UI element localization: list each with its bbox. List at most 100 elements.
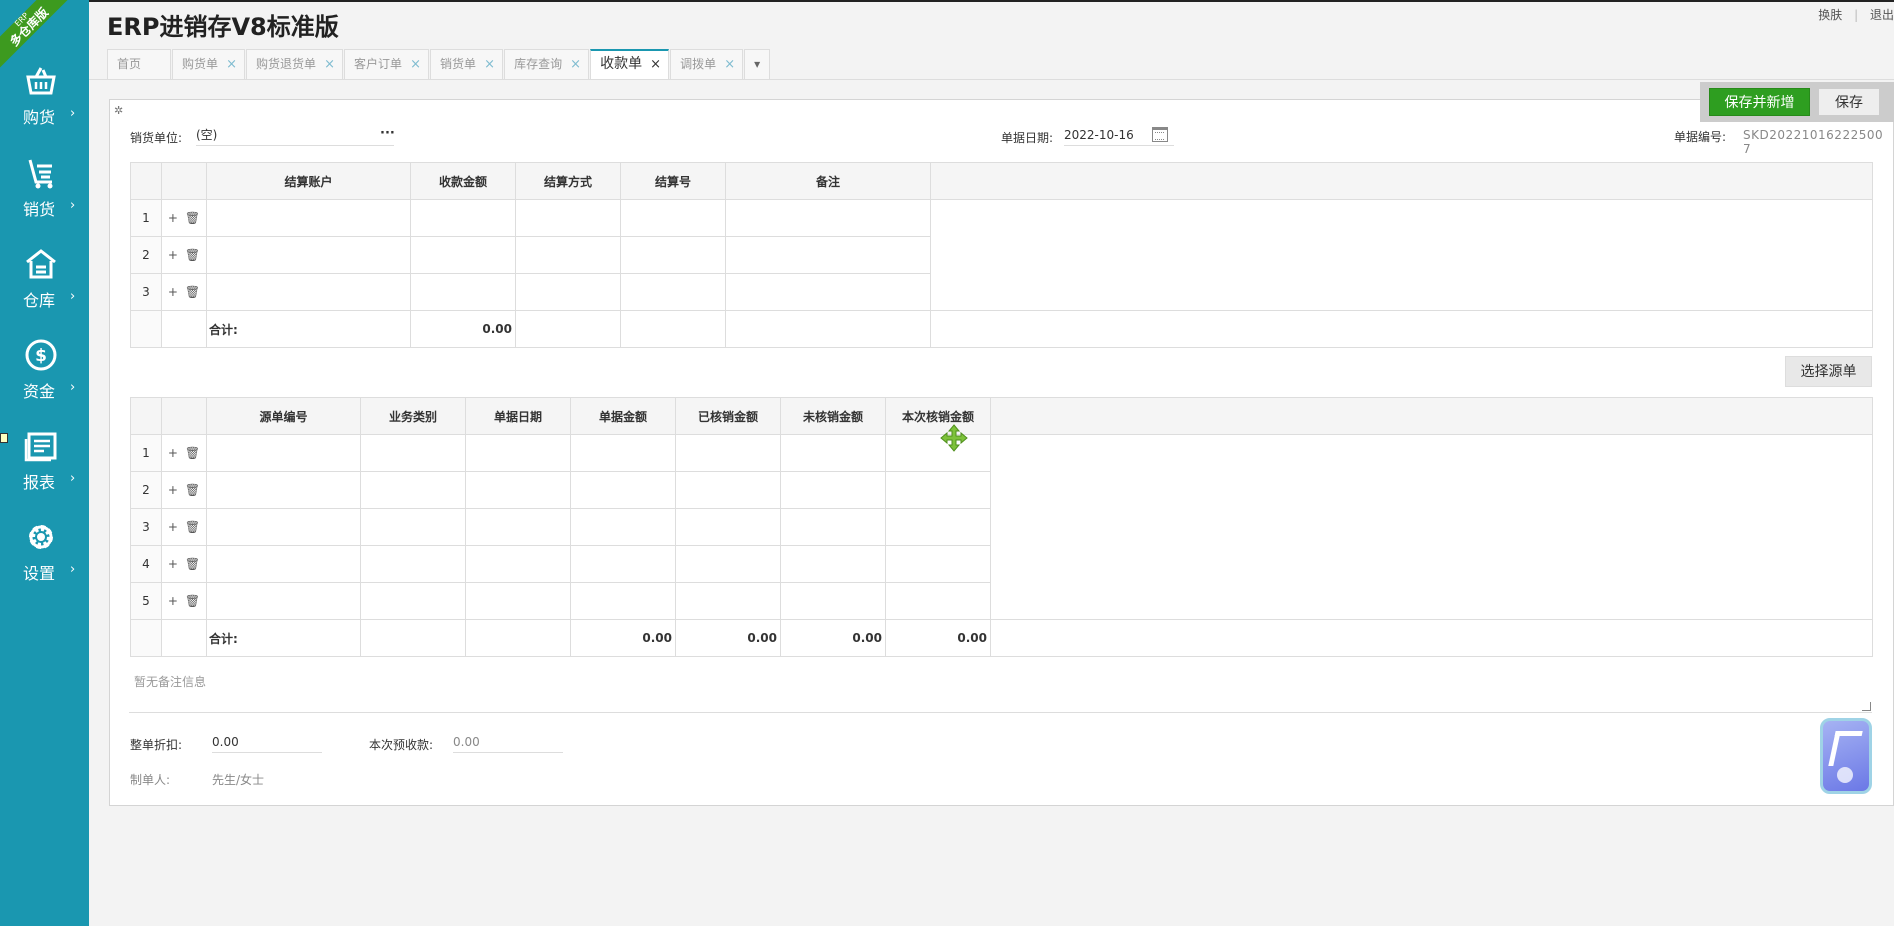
- cell-amount[interactable]: [410, 236, 516, 274]
- cell-doc-amount[interactable]: [570, 471, 676, 509]
- cell-method[interactable]: [515, 273, 621, 311]
- cell-current-verify[interactable]: [885, 508, 991, 546]
- trash-icon[interactable]: 🗑: [185, 520, 200, 534]
- sidebar-item-warehouse[interactable]: 仓库 ›: [0, 243, 89, 323]
- select-source-button[interactable]: 选择源单: [1785, 356, 1872, 387]
- cell-doc-amount[interactable]: [570, 508, 676, 546]
- close-icon[interactable]: ×: [570, 50, 581, 79]
- tab-more-dropdown[interactable]: ▾: [744, 49, 771, 79]
- cell-doc-amount[interactable]: [570, 545, 676, 583]
- cell-amount[interactable]: [410, 199, 516, 237]
- cell-business-type[interactable]: [360, 471, 466, 509]
- add-row-icon[interactable]: +: [168, 285, 178, 299]
- tab-customer-order[interactable]: 客户订单 ×: [344, 49, 430, 79]
- cell-business-type[interactable]: [360, 582, 466, 620]
- cell-verified[interactable]: [675, 582, 781, 620]
- close-icon[interactable]: ×: [226, 50, 237, 79]
- cell-current-verify[interactable]: [885, 582, 991, 620]
- cell-unverified[interactable]: [780, 545, 886, 583]
- trash-icon[interactable]: 🗑: [185, 594, 200, 608]
- sidebar-item-funds[interactable]: $ 资金 ›: [0, 334, 89, 414]
- cell-verified[interactable]: [675, 545, 781, 583]
- sidebar-item-purchase[interactable]: 购货 ›: [0, 60, 89, 140]
- cell-number[interactable]: [620, 236, 726, 274]
- cell-source-number[interactable]: [206, 582, 361, 620]
- logout-link[interactable]: 退出: [1870, 8, 1894, 22]
- cell-unverified[interactable]: [780, 434, 886, 472]
- close-icon[interactable]: ×: [324, 50, 335, 79]
- tab-sales-order[interactable]: 销货单 ×: [430, 49, 504, 79]
- tab-receipt[interactable]: 收款单 ×: [590, 49, 670, 79]
- cell-number[interactable]: [620, 199, 726, 237]
- cell-remark[interactable]: [725, 199, 931, 237]
- cell-current-verify[interactable]: [885, 545, 991, 583]
- cell-remark[interactable]: [725, 273, 931, 311]
- customer-picker-button[interactable]: ···: [380, 126, 395, 141]
- cell-business-type[interactable]: [360, 508, 466, 546]
- cell-business-type[interactable]: [360, 434, 466, 472]
- trash-icon[interactable]: 🗑: [185, 211, 200, 225]
- tab-home[interactable]: 首页: [107, 49, 171, 79]
- cell-source-number[interactable]: [206, 545, 361, 583]
- calendar-icon[interactable]: [1152, 127, 1168, 142]
- save-button[interactable]: 保存: [1818, 88, 1880, 116]
- cell-unverified[interactable]: [780, 471, 886, 509]
- cell-number[interactable]: [620, 273, 726, 311]
- close-icon[interactable]: ×: [484, 50, 495, 79]
- trash-icon[interactable]: 🗑: [185, 248, 200, 262]
- tab-purchase-order[interactable]: 购货单 ×: [172, 49, 246, 79]
- add-row-icon[interactable]: +: [168, 211, 178, 225]
- close-icon[interactable]: ×: [724, 50, 735, 79]
- cell-amount[interactable]: [410, 273, 516, 311]
- cell-doc-date[interactable]: [465, 545, 571, 583]
- tab-purchase-return[interactable]: 购货退货单 ×: [246, 49, 344, 79]
- sidebar-item-settings[interactable]: 设置 ›: [0, 516, 89, 596]
- close-icon[interactable]: ×: [650, 51, 661, 78]
- cell-remark[interactable]: [725, 236, 931, 274]
- sidebar-item-sales[interactable]: 销货 ›: [0, 152, 89, 232]
- customer-input[interactable]: (空): [196, 124, 394, 146]
- close-icon[interactable]: ×: [410, 50, 421, 79]
- tab-transfer[interactable]: 调拨单 ×: [670, 49, 744, 79]
- cell-doc-date[interactable]: [465, 471, 571, 509]
- add-row-icon[interactable]: +: [168, 594, 178, 608]
- tab-inventory-query[interactable]: 库存查询 ×: [504, 49, 590, 79]
- cell-unverified[interactable]: [780, 582, 886, 620]
- add-row-icon[interactable]: +: [168, 520, 178, 534]
- cell-doc-amount[interactable]: [570, 434, 676, 472]
- cell-method[interactable]: [515, 199, 621, 237]
- cell-source-number[interactable]: [206, 508, 361, 546]
- cell-source-number[interactable]: [206, 471, 361, 509]
- cell-doc-date[interactable]: [465, 582, 571, 620]
- add-row-icon[interactable]: +: [168, 446, 178, 460]
- cell-verified[interactable]: [675, 434, 781, 472]
- sidebar-item-reports[interactable]: 报表 ›: [0, 425, 89, 505]
- cell-account[interactable]: [206, 236, 411, 274]
- cell-method[interactable]: [515, 236, 621, 274]
- cell-doc-date[interactable]: [465, 434, 571, 472]
- cell-business-type[interactable]: [360, 545, 466, 583]
- cell-source-number[interactable]: [206, 434, 361, 472]
- skin-link[interactable]: 换肤: [1818, 8, 1842, 22]
- trash-icon[interactable]: 🗑: [185, 557, 200, 571]
- cell-unverified[interactable]: [780, 508, 886, 546]
- add-row-icon[interactable]: +: [168, 557, 178, 571]
- remark-placeholder[interactable]: 暂无备注信息: [134, 673, 206, 690]
- settings-icon[interactable]: ✲: [114, 104, 123, 117]
- cell-current-verify[interactable]: [885, 434, 991, 472]
- cell-account[interactable]: [206, 199, 411, 237]
- resize-handle[interactable]: [1862, 702, 1871, 711]
- drag-handle[interactable]: [0, 433, 8, 443]
- save-and-new-button[interactable]: 保存并新增: [1709, 88, 1810, 116]
- trash-icon[interactable]: 🗑: [185, 285, 200, 299]
- cell-current-verify[interactable]: [885, 471, 991, 509]
- add-row-icon[interactable]: +: [168, 483, 178, 497]
- cell-verified[interactable]: [675, 508, 781, 546]
- trash-icon[interactable]: 🗑: [185, 483, 200, 497]
- prepay-input[interactable]: 0.00: [453, 731, 563, 753]
- add-row-icon[interactable]: +: [168, 248, 178, 262]
- cell-account[interactable]: [206, 273, 411, 311]
- assistant-float-button[interactable]: [1820, 718, 1872, 794]
- discount-input[interactable]: 0.00: [212, 731, 322, 753]
- cell-verified[interactable]: [675, 471, 781, 509]
